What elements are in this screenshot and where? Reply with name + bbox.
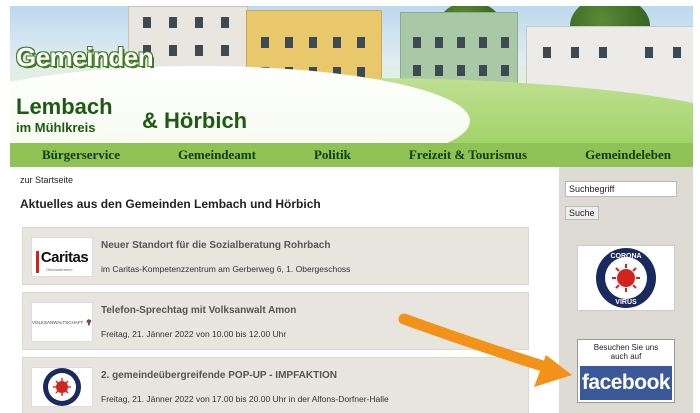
main-nav: Bürgerservice Gemeindeamt Politik Freize… <box>10 143 693 167</box>
news-text: Freitag, 21. Jänner 2022 von 17.00 bis 2… <box>101 394 389 404</box>
facebook-banner[interactable]: Besuchen Sie uns auch auf facebook <box>577 339 675 403</box>
facebook-caption-line1: Besuchen Sie uns <box>593 343 659 352</box>
caritas-logo: Caritas Oberösterreich <box>31 237 93 277</box>
corona-virus-icon <box>43 368 81 406</box>
news-item[interactable]: Caritas Oberösterreich Neuer Standort fü… <box>22 227 529 285</box>
facebook-caption-line2: auch auf <box>610 352 642 361</box>
corona-top-text: CORONA <box>610 253 641 260</box>
banner-title-lembach: Lembach <box>16 94 113 119</box>
news-item[interactable]: VOLKSANWALTSCHAFT Telefon-Sprechtag mit … <box>22 292 529 350</box>
header-banner: Gemeinden Lembach im Mühlkreis & Hörbich <box>10 6 693 143</box>
news-title[interactable]: Telefon-Sprechtag mit Volksanwalt Amon <box>101 305 296 316</box>
news-item[interactable]: 2. gemeindeübergreifende POP-UP - IMPFAK… <box>22 357 529 413</box>
banner-title-hoerbich: & Hörbich <box>142 108 248 133</box>
sidebar: Suche CORONA VIRUS Besuchen Sie uns auch… <box>559 167 693 413</box>
news-text: im Caritas-Kompetenzzentrum am Gerberweg… <box>101 264 351 274</box>
corona-bottom-text: VIRUS <box>615 299 637 306</box>
nav-item-buergerservice[interactable]: Bürgerservice <box>42 147 120 163</box>
corona-virus-logo <box>31 367 93 407</box>
corona-virus-banner[interactable]: CORONA VIRUS <box>577 245 675 311</box>
volksanwaltschaft-logo-text: VOLKSANWALTSCHAFT <box>32 319 84 325</box>
news-text: Freitag, 21. Jänner 2022 von 10.00 bis 1… <box>101 329 287 339</box>
search-input[interactable] <box>565 181 677 197</box>
news-title[interactable]: 2. gemeindeübergreifende POP-UP - IMPFAK… <box>101 370 337 381</box>
nav-item-politik[interactable]: Politik <box>314 147 351 163</box>
banner-title-gemeinden: Gemeinden <box>16 42 154 72</box>
nav-item-gemeindeleben[interactable]: Gemeindeleben <box>585 147 671 163</box>
caritas-logo-subtext: Oberösterreich <box>46 267 73 272</box>
nav-item-gemeindeamt[interactable]: Gemeindeamt <box>178 147 256 163</box>
caritas-logo-text: Caritas <box>35 249 89 273</box>
volksanwaltschaft-logo: VOLKSANWALTSCHAFT <box>31 302 93 342</box>
facebook-logo: facebook <box>580 366 672 400</box>
facebook-caption: Besuchen Sie uns auch auf <box>578 343 674 361</box>
corona-virus-icon: CORONA VIRUS <box>596 248 656 308</box>
page-title: Aktuelles aus den Gemeinden Lembach und … <box>20 197 321 211</box>
banner-title-muehlkreis: im Mühlkreis <box>16 120 96 135</box>
eagle-icon <box>86 318 92 326</box>
nav-item-freizeit-tourismus[interactable]: Freizeit & Tourismus <box>409 147 527 163</box>
breadcrumb-home-link[interactable]: zur Startseite <box>20 175 73 185</box>
search-button[interactable]: Suche <box>565 206 599 220</box>
news-title[interactable]: Neuer Standort für die Sozialberatung Ro… <box>101 240 330 251</box>
main-content: zur Startseite Aktuelles aus den Gemeind… <box>10 167 559 413</box>
